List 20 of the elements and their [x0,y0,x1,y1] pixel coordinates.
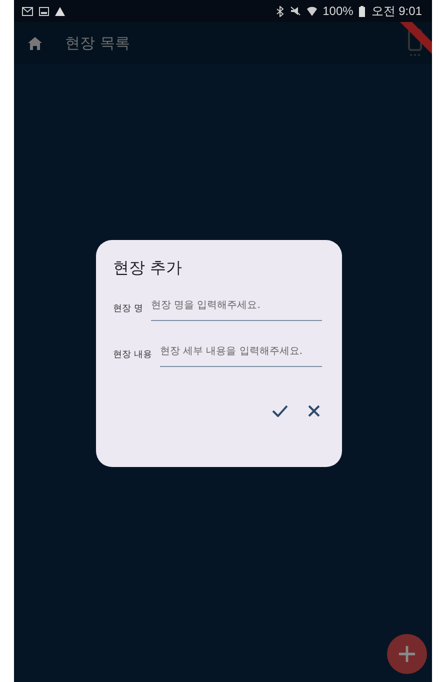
wifi-icon [306,6,317,16]
home-icon[interactable] [28,36,42,50]
bluetooth-icon [276,6,284,16]
check-icon [272,405,288,417]
message-icon [22,6,33,16]
text-field[interactable]: 현장 세부 내용을 입력해주세요. [160,343,322,367]
dialog-title: 현장 추가 [113,258,184,279]
battery-percent: 100% [322,4,354,18]
app-title: 현장 목록 [65,34,131,52]
text-field[interactable]: 현장 명을 입력해주세요. [150,297,322,321]
image-icon [39,6,49,16]
field-label: 현장 내용 [113,349,152,361]
mute-icon [290,6,301,16]
warning-icon [55,6,65,16]
field-label: 현장 명 [113,303,143,315]
battery-icon [359,6,366,16]
add-button[interactable] [387,634,427,674]
plus-icon [397,644,417,664]
status-time: 오전 9:01 [371,2,422,20]
close-icon [308,405,320,417]
